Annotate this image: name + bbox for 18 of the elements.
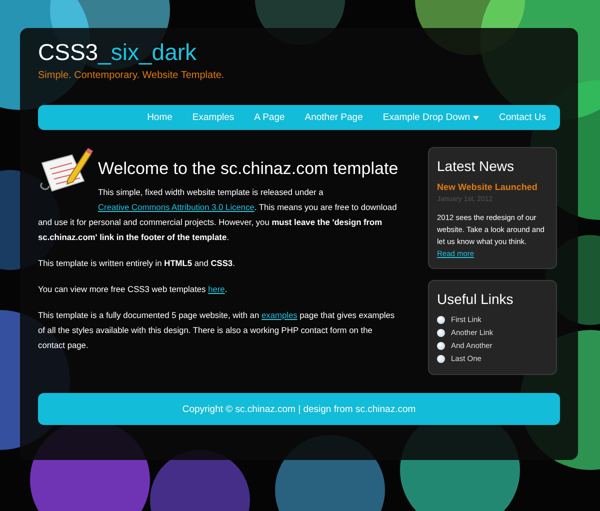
bullet-icon [437, 342, 445, 350]
text-link[interactable]: here [208, 284, 225, 294]
card-heading: Latest News [437, 158, 514, 175]
bullet-icon [437, 316, 445, 324]
paragraph: You can view more free CSS3 web templates here. [38, 283, 228, 296]
paragraph: This simple, fixed width website template is released under a Creative Commons Attribution 3.0 Licence. This means you are free to download and use it for personal and commercial projects. However, you must leave the 'design from sc.chinaz.com' link in the footer of the template. [38, 186, 398, 244]
page-heading: Welcome to the sc.chinaz.com template [98, 159, 398, 179]
site-slogan: Simple. Contemporary. Website Template. [38, 70, 224, 81]
text-link[interactable]: examples [261, 310, 298, 320]
caret-icon [473, 116, 479, 120]
bullet-icon [437, 355, 445, 363]
card-heading: Useful Links [437, 291, 514, 308]
text-link[interactable]: Creative Commons Attribution 3.0 Licence [98, 202, 254, 212]
bullet-icon [437, 329, 445, 337]
paragraph: This template is a fully documented 5 page website, with an examples page that gives examples of all the styles available with this design. There is also a working PHP contact form on the contact page. [38, 309, 396, 352]
news-title: New Website Launched [437, 181, 538, 193]
paragraph: This template is written entirely in HTML5 and CSS3. [38, 257, 236, 270]
copyright-text: Copyright © sc.chinaz.com | design from sc.chinaz.com [182, 404, 416, 414]
